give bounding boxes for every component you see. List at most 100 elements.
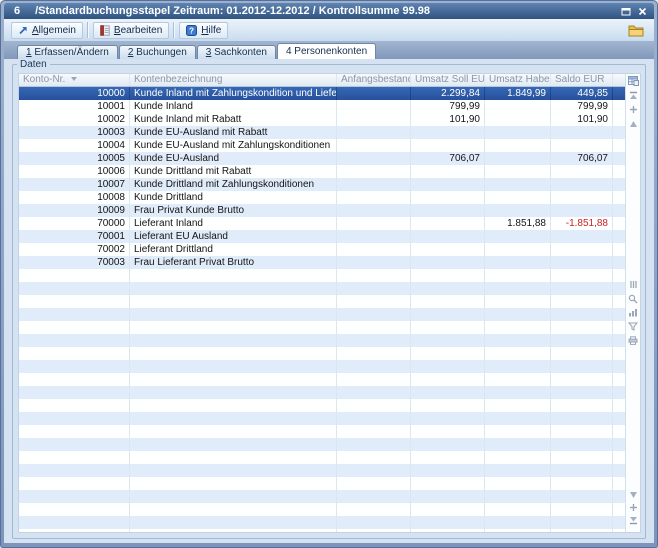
table-row[interactable]: 10000Kunde Inland mit Zahlungskondition … bbox=[19, 87, 625, 100]
table-row-empty[interactable] bbox=[19, 321, 625, 334]
cell-filler bbox=[613, 100, 625, 113]
table-row-empty[interactable] bbox=[19, 347, 625, 360]
table-row[interactable]: 10003Kunde EU-Ausland mit Rabatt bbox=[19, 126, 625, 139]
table-row-empty[interactable] bbox=[19, 360, 625, 373]
cell-konto-nr: 70003 bbox=[19, 256, 130, 269]
cell-anfangsbestand bbox=[337, 321, 411, 334]
cell-umsatz-haben bbox=[485, 113, 551, 126]
cell-kontenbezeichnung: Lieferant EU Ausland bbox=[130, 230, 337, 243]
table-row-empty[interactable] bbox=[19, 477, 625, 490]
filter-button[interactable] bbox=[627, 321, 639, 332]
table-row-empty[interactable] bbox=[19, 464, 625, 477]
tab-personenkonten[interactable]: 4 Personenkonten bbox=[277, 43, 376, 59]
scroll-down-button[interactable] bbox=[627, 489, 639, 500]
grid-main: Konto-Nr. Kontenbezeichnung Anfangsbesta… bbox=[19, 74, 625, 532]
search-button[interactable] bbox=[627, 293, 639, 304]
folder-button[interactable] bbox=[625, 21, 647, 40]
table-row[interactable]: 10001Kunde Inland799,99799,99 bbox=[19, 100, 625, 113]
window-title: /Standardbuchungsstapel Zeitraum: 01.201… bbox=[35, 5, 616, 17]
table-row[interactable]: 10005Kunde EU-Ausland706,07706,07 bbox=[19, 152, 625, 165]
table-row-empty[interactable] bbox=[19, 503, 625, 516]
cell-anfangsbestand bbox=[337, 126, 411, 139]
table-row-empty[interactable] bbox=[19, 269, 625, 282]
table-row[interactable]: 10009Frau Privat Kunde Brutto bbox=[19, 204, 625, 217]
cell-konto-nr bbox=[19, 412, 130, 425]
cell-saldo bbox=[551, 165, 613, 178]
scroll-to-top-button[interactable] bbox=[627, 90, 639, 101]
table-settings-button[interactable] bbox=[627, 75, 639, 86]
table-row-empty[interactable] bbox=[19, 308, 625, 321]
table-row[interactable]: 10007Kunde Drittland mit Zahlungskonditi… bbox=[19, 178, 625, 191]
table-row[interactable]: 70001Lieferant EU Ausland bbox=[19, 230, 625, 243]
tab-sachkonten[interactable]: 3 Sachkonten bbox=[197, 45, 276, 59]
print-button[interactable] bbox=[627, 335, 639, 346]
table-row-empty[interactable] bbox=[19, 373, 625, 386]
cell-kontenbezeichnung: Kunde Drittland mit Rabatt bbox=[130, 165, 337, 178]
cell-filler bbox=[613, 334, 625, 347]
table-row-empty[interactable] bbox=[19, 529, 625, 532]
columns-button[interactable] bbox=[627, 279, 639, 290]
table-row-empty[interactable] bbox=[19, 399, 625, 412]
cell-umsatz-haben bbox=[485, 399, 551, 412]
table-row-empty[interactable] bbox=[19, 425, 625, 438]
cell-filler bbox=[613, 269, 625, 282]
scroll-up-page-button[interactable] bbox=[627, 104, 639, 115]
cell-anfangsbestand bbox=[337, 113, 411, 126]
tab-erfassen-ändern[interactable]: 1 Erfassen/Ändern bbox=[17, 45, 118, 59]
scroll-to-bottom-button[interactable] bbox=[627, 515, 639, 526]
move-record-down-icon bbox=[629, 503, 638, 512]
cell-anfangsbestand bbox=[337, 438, 411, 451]
column-header-anfangsbestand[interactable]: Anfangsbestand EUR bbox=[337, 74, 411, 86]
chart-button[interactable] bbox=[627, 307, 639, 318]
table-row[interactable]: 10008Kunde Drittland bbox=[19, 191, 625, 204]
column-header-umsatz-haben[interactable]: Umsatz Haben EUR bbox=[485, 74, 551, 86]
cell-konto-nr bbox=[19, 503, 130, 516]
cell-filler bbox=[613, 113, 625, 126]
edit-note-icon bbox=[100, 25, 110, 36]
cell-saldo bbox=[551, 321, 613, 334]
cell-saldo bbox=[551, 282, 613, 295]
table-row[interactable]: 10002Kunde Inland mit Rabatt101,90101,90 bbox=[19, 113, 625, 126]
restore-icon bbox=[621, 7, 631, 16]
table-row-empty[interactable] bbox=[19, 386, 625, 399]
cell-kontenbezeichnung: Frau Privat Kunde Brutto bbox=[130, 204, 337, 217]
cell-anfangsbestand bbox=[337, 282, 411, 295]
table-row-empty[interactable] bbox=[19, 282, 625, 295]
menu-item-hilfe[interactable]: ?Hilfe bbox=[179, 22, 228, 39]
column-header-konto-nr[interactable]: Konto-Nr. bbox=[19, 74, 130, 86]
table-row-empty[interactable] bbox=[19, 295, 625, 308]
table-row[interactable]: 10004Kunde EU-Ausland mit Zahlungskondit… bbox=[19, 139, 625, 152]
table-row[interactable]: 70002Lieferant Drittland bbox=[19, 243, 625, 256]
table-row[interactable]: 10006Kunde Drittland mit Rabatt bbox=[19, 165, 625, 178]
cell-konto-nr bbox=[19, 516, 130, 529]
window-number: 6 bbox=[14, 5, 20, 17]
cell-umsatz-haben bbox=[485, 477, 551, 490]
titlebar[interactable]: 6 /Standardbuchungsstapel Zeitraum: 01.2… bbox=[4, 3, 654, 19]
column-header-umsatz-soll[interactable]: Umsatz Soll EUR bbox=[411, 74, 485, 86]
table-row[interactable]: 70000Lieferant Inland1.851,88-1.851,88 bbox=[19, 217, 625, 230]
menu-item-allgemein[interactable]: Allgemein bbox=[11, 22, 83, 39]
cell-umsatz-haben bbox=[485, 152, 551, 165]
table-row-empty[interactable] bbox=[19, 451, 625, 464]
scroll-up-button[interactable] bbox=[627, 118, 639, 129]
tab-buchungen[interactable]: 2 Buchungen bbox=[119, 45, 196, 59]
cell-anfangsbestand bbox=[337, 100, 411, 113]
menu-item-bearbeiten[interactable]: Bearbeiten bbox=[93, 22, 169, 39]
toolbar-separator bbox=[173, 22, 175, 38]
cell-umsatz-haben bbox=[485, 139, 551, 152]
table-row[interactable]: 70003Frau Lieferant Privat Brutto bbox=[19, 256, 625, 269]
table-row-empty[interactable] bbox=[19, 438, 625, 451]
cell-konto-nr: 10004 bbox=[19, 139, 130, 152]
table-row-empty[interactable] bbox=[19, 490, 625, 503]
cell-umsatz-soll bbox=[411, 438, 485, 451]
close-button[interactable] bbox=[635, 5, 650, 18]
restore-button[interactable] bbox=[618, 5, 633, 18]
column-header-kontenbezeichnung[interactable]: Kontenbezeichnung bbox=[130, 74, 337, 86]
table-row-empty[interactable] bbox=[19, 334, 625, 347]
table-row-empty[interactable] bbox=[19, 516, 625, 529]
tab-strip: 1 Erfassen/Ändern2 Buchungen3 Sachkonten… bbox=[4, 41, 654, 59]
column-header-saldo[interactable]: Saldo EUR bbox=[551, 74, 613, 86]
scroll-down-page-button[interactable] bbox=[627, 502, 639, 513]
table-row-empty[interactable] bbox=[19, 412, 625, 425]
cell-kontenbezeichnung bbox=[130, 386, 337, 399]
